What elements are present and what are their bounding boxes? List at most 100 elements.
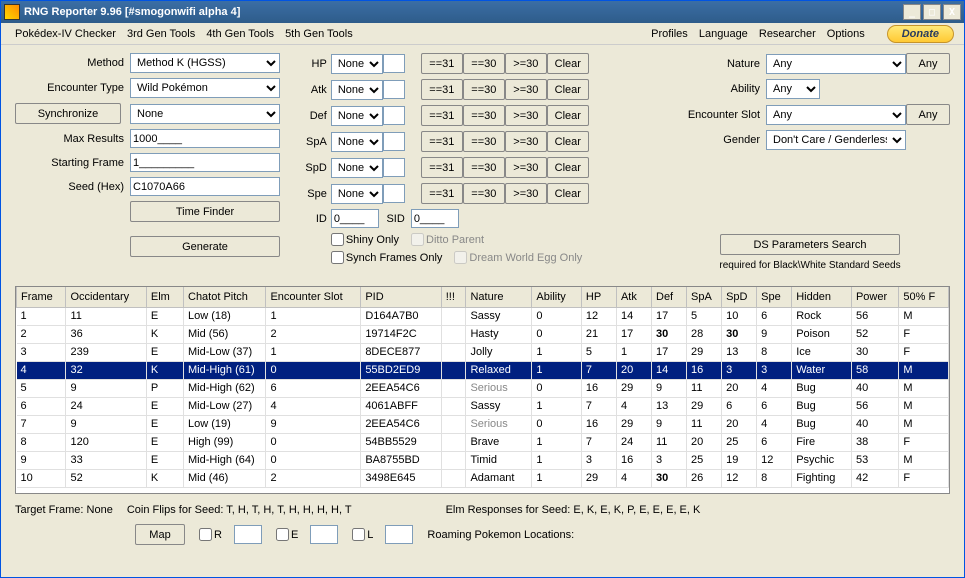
spe-input[interactable]: [383, 184, 405, 203]
col-header[interactable]: Occidentary: [66, 287, 146, 307]
table-row[interactable]: 3239EMid-Low (37)18DECE877Jolly151172913…: [17, 343, 949, 361]
col-header[interactable]: Nature: [466, 287, 532, 307]
table-row[interactable]: 79ELow (19)92EEA54C6Serious01629911204Bu…: [17, 415, 949, 433]
hp-select[interactable]: None: [331, 54, 383, 74]
spa-ge30[interactable]: >=30: [505, 131, 547, 152]
table-row[interactable]: 111ELow (18)1D164A7B0Sassy01214175106Roc…: [17, 307, 949, 325]
gender-select[interactable]: Don't Care / Genderless: [766, 130, 906, 150]
table-row[interactable]: 8120EHigh (99)054BB5529Brave17241120256F…: [17, 433, 949, 451]
method-select[interactable]: Method K (HGSS): [130, 53, 280, 73]
spa-input[interactable]: [383, 132, 405, 151]
atk-eq30[interactable]: ==30: [463, 79, 505, 100]
spa-clear[interactable]: Clear: [547, 131, 589, 152]
def-select[interactable]: None: [331, 106, 383, 126]
col-header[interactable]: Encounter Slot: [266, 287, 361, 307]
spe-select[interactable]: None: [331, 184, 383, 204]
hp-eq31[interactable]: ==31: [421, 53, 463, 74]
id-input[interactable]: [331, 209, 379, 228]
hp-ge30[interactable]: >=30: [505, 53, 547, 74]
ability-select[interactable]: Any: [766, 79, 820, 99]
atk-select[interactable]: None: [331, 80, 383, 100]
menu-item[interactable]: Researcher: [755, 26, 820, 42]
spe-eq31[interactable]: ==31: [421, 183, 463, 204]
dsparam-button[interactable]: DS Parameters Search: [720, 234, 900, 255]
col-header[interactable]: Hidden: [792, 287, 852, 307]
hp-clear[interactable]: Clear: [547, 53, 589, 74]
donate-button[interactable]: Donate: [887, 25, 954, 43]
spd-select[interactable]: None: [331, 158, 383, 178]
table-row[interactable]: 1052KMid (46)23498E645Adamant12943026128…: [17, 469, 949, 487]
seed-input[interactable]: [130, 177, 280, 196]
menu-item[interactable]: Options: [823, 26, 869, 42]
col-header[interactable]: Power: [851, 287, 898, 307]
r-input[interactable]: [234, 525, 262, 544]
col-header[interactable]: Atk: [616, 287, 651, 307]
sid-input[interactable]: [411, 209, 459, 228]
hp-input[interactable]: [383, 54, 405, 73]
def-clear[interactable]: Clear: [547, 105, 589, 126]
spd-clear[interactable]: Clear: [547, 157, 589, 178]
def-eq30[interactable]: ==30: [463, 105, 505, 126]
col-header[interactable]: Def: [652, 287, 687, 307]
generate-button[interactable]: Generate: [130, 236, 280, 257]
nature-any-button[interactable]: Any: [906, 53, 950, 74]
table-row[interactable]: 59PMid-High (62)62EEA54C6Serious01629911…: [17, 379, 949, 397]
spd-ge30[interactable]: >=30: [505, 157, 547, 178]
menu-item[interactable]: Profiles: [647, 26, 692, 42]
encslot-any-button[interactable]: Any: [906, 104, 950, 125]
menu-item[interactable]: 3rd Gen Tools: [123, 26, 199, 42]
enctype-select[interactable]: Wild Pokémon: [130, 78, 280, 98]
close-button[interactable]: X: [943, 4, 961, 20]
spd-eq30[interactable]: ==30: [463, 157, 505, 178]
col-header[interactable]: Spe: [757, 287, 792, 307]
menu-item[interactable]: 5th Gen Tools: [281, 26, 357, 42]
table-row[interactable]: 236KMid (56)219714F2CHasty021173028309Po…: [17, 325, 949, 343]
spe-eq30[interactable]: ==30: [463, 183, 505, 204]
results-table[interactable]: FrameOccidentaryElmChatot PitchEncounter…: [15, 286, 950, 494]
table-row[interactable]: 432KMid-High (61)055BD2ED9Relaxed1720141…: [17, 361, 949, 379]
synchronize-button[interactable]: Synchronize: [15, 103, 121, 124]
menu-item[interactable]: 4th Gen Tools: [202, 26, 278, 42]
spd-eq31[interactable]: ==31: [421, 157, 463, 178]
menu-item[interactable]: Language: [695, 26, 752, 42]
startframe-input[interactable]: [130, 153, 280, 172]
atk-eq31[interactable]: ==31: [421, 79, 463, 100]
table-row[interactable]: 933EMid-High (64)0BA8755BDTimid131632519…: [17, 451, 949, 469]
col-header[interactable]: Elm: [146, 287, 183, 307]
maximize-button[interactable]: □: [923, 4, 941, 20]
table-row[interactable]: 624EMid-Low (27)44061ABFFSassy174132966B…: [17, 397, 949, 415]
col-header[interactable]: !!!: [441, 287, 466, 307]
col-header[interactable]: 50% F: [899, 287, 949, 307]
sync-select[interactable]: None: [130, 104, 280, 124]
spd-input[interactable]: [383, 158, 405, 177]
atk-input[interactable]: [383, 80, 405, 99]
col-header[interactable]: HP: [581, 287, 616, 307]
atk-ge30[interactable]: >=30: [505, 79, 547, 100]
hp-eq30[interactable]: ==30: [463, 53, 505, 74]
maxresults-input[interactable]: [130, 129, 280, 148]
def-eq31[interactable]: ==31: [421, 105, 463, 126]
l-input[interactable]: [385, 525, 413, 544]
e-checkbox[interactable]: [276, 528, 289, 541]
col-header[interactable]: Ability: [532, 287, 581, 307]
spa-eq30[interactable]: ==30: [463, 131, 505, 152]
col-header[interactable]: Frame: [17, 287, 66, 307]
map-button[interactable]: Map: [135, 524, 185, 545]
col-header[interactable]: Chatot Pitch: [184, 287, 266, 307]
spe-clear[interactable]: Clear: [547, 183, 589, 204]
minimize-button[interactable]: _: [903, 4, 921, 20]
def-ge30[interactable]: >=30: [505, 105, 547, 126]
menu-item[interactable]: Pokédex-IV Checker: [11, 26, 120, 42]
encslot-select[interactable]: Any: [766, 105, 906, 125]
timefinder-button[interactable]: Time Finder: [130, 201, 280, 222]
col-header[interactable]: SpA: [687, 287, 722, 307]
col-header[interactable]: SpD: [722, 287, 757, 307]
r-checkbox[interactable]: [199, 528, 212, 541]
col-header[interactable]: PID: [361, 287, 441, 307]
l-checkbox[interactable]: [352, 528, 365, 541]
synch-checkbox[interactable]: [331, 251, 344, 264]
spa-eq31[interactable]: ==31: [421, 131, 463, 152]
spe-ge30[interactable]: >=30: [505, 183, 547, 204]
def-input[interactable]: [383, 106, 405, 125]
atk-clear[interactable]: Clear: [547, 79, 589, 100]
